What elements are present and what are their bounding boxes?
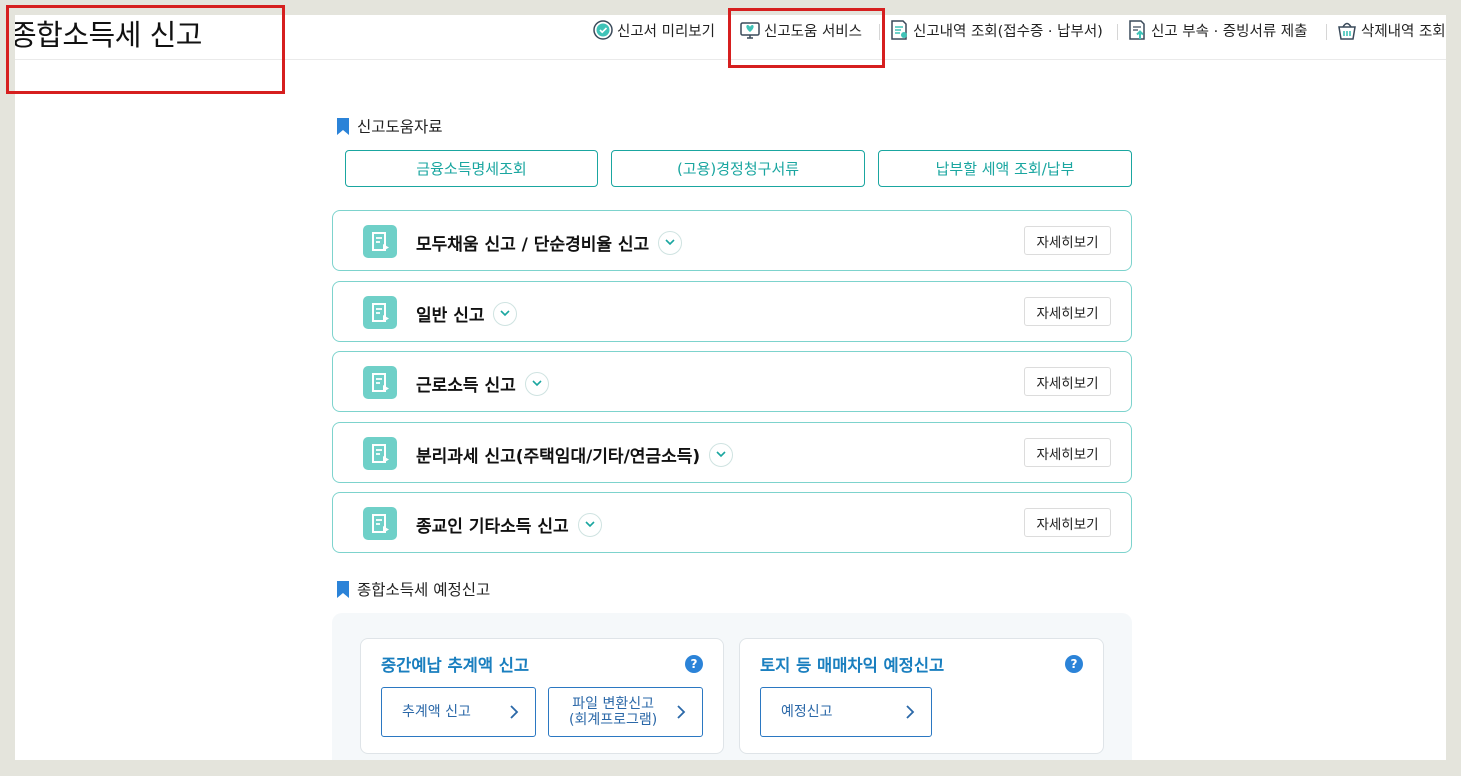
nav-submit-documents[interactable]: 신고 부속 · 증빙서류 제출 <box>1126 19 1307 41</box>
interim-prepayment-box: 중간예납 추계액 신고 ? 추계액 신고 파일 변환신고 (회계프로그램) <box>360 638 724 754</box>
financial-income-lookup-button[interactable]: 금융소득명세조회 <box>345 150 598 187</box>
tax-payment-lookup-button[interactable]: 납부할 세액 조회/납부 <box>878 150 1132 187</box>
filing-card-title: 일반 신고 <box>416 301 518 326</box>
filing-card[interactable]: 근로소득 신고 자세히보기 <box>332 351 1132 412</box>
chevron-down-icon[interactable] <box>524 371 549 396</box>
document-search-icon <box>891 20 907 40</box>
document-play-icon <box>363 437 397 470</box>
nav-divider <box>1117 24 1118 40</box>
preliminary-panel: 중간예납 추계액 신고 ? 추계액 신고 파일 변환신고 (회계프로그램) 토지… <box>332 613 1132 760</box>
check-badge-icon <box>593 20 613 40</box>
button-label: 파일 변환신고 (회계프로그램) <box>569 696 657 728</box>
correction-claim-documents-button[interactable]: (고용)경정청구서류 <box>611 150 865 187</box>
detail-button[interactable]: 자세히보기 <box>1024 438 1111 467</box>
chevron-down-icon[interactable] <box>658 230 683 255</box>
detail-button[interactable]: 자세히보기 <box>1024 297 1111 326</box>
help-question-icon[interactable]: ? <box>685 655 703 673</box>
help-question-icon[interactable]: ? <box>1065 655 1083 673</box>
document-play-icon <box>363 366 397 399</box>
section-heading-preliminary: 종합소득세 예정신고 <box>337 578 490 600</box>
section-heading-help: 신고도움자료 <box>337 115 443 137</box>
button-label: 추계액 신고 <box>402 704 471 720</box>
button-label-line2: (회계프로그램) <box>569 712 658 728</box>
file-conversion-filing-button[interactable]: 파일 변환신고 (회계프로그램) <box>548 687 703 737</box>
filing-card-label: 분리과세 신고(주택임대/기타/연금소득) <box>416 447 701 467</box>
document-upload-icon <box>1129 20 1145 40</box>
chevron-down-icon[interactable] <box>493 301 518 326</box>
filing-card[interactable]: 일반 신고 자세히보기 <box>332 281 1132 342</box>
filing-card[interactable]: 모두채움 신고 / 단순경비율 신고 자세히보기 <box>332 210 1132 271</box>
filing-card[interactable]: 분리과세 신고(주택임대/기타/연금소득) 자세히보기 <box>332 422 1132 483</box>
chevron-right-icon <box>906 705 915 719</box>
nav-filing-history[interactable]: 신고내역 조회(접수증 · 납부서) <box>888 19 1103 41</box>
trash-basket-icon <box>1338 22 1356 40</box>
nav-label: 삭제내역 조회 <box>1361 23 1446 40</box>
nav-deleted-history[interactable]: 삭제내역 조회 <box>1336 19 1446 41</box>
detail-button[interactable]: 자세히보기 <box>1024 508 1111 537</box>
land-trading-profit-box: 토지 등 매매차익 예정신고 ? 예정신고 <box>739 638 1104 754</box>
box-title: 중간예납 추계액 신고 <box>381 656 530 675</box>
chevron-down-icon[interactable] <box>709 442 734 467</box>
filing-card-title: 모두채움 신고 / 단순경비율 신고 <box>416 230 683 255</box>
chevron-down-icon[interactable] <box>577 512 602 537</box>
filing-card[interactable]: 종교인 기타소득 신고 자세히보기 <box>332 492 1132 553</box>
estimate-filing-button[interactable]: 추계액 신고 <box>381 687 536 737</box>
filing-card-title: 분리과세 신고(주택임대/기타/연금소득) <box>416 442 734 467</box>
filing-card-label: 모두채움 신고 / 단순경비율 신고 <box>416 235 650 255</box>
button-label: 예정신고 <box>781 704 833 720</box>
box-title: 토지 등 매매차익 예정신고 <box>760 656 945 675</box>
bookmark-icon <box>337 117 349 135</box>
nav-label: 신고 부속 · 증빙서류 제출 <box>1151 23 1308 40</box>
preliminary-filing-button[interactable]: 예정신고 <box>760 687 932 737</box>
nav-divider <box>1326 24 1327 40</box>
chevron-right-icon <box>510 705 519 719</box>
document-play-icon <box>363 225 397 258</box>
page-container: 종합소득세 신고 신고서 미리보기 신고도움 서비스 신고내역 조회(접수증 ·… <box>15 15 1446 760</box>
filing-card-title: 종교인 기타소득 신고 <box>416 512 602 537</box>
nav-label: 신고내역 조회(접수증 · 납부서) <box>913 23 1103 40</box>
filing-card-label: 종교인 기타소득 신고 <box>416 517 569 537</box>
highlight-box-title <box>6 5 285 94</box>
button-label-line1: 파일 변환신고 <box>572 696 654 712</box>
highlight-box-help-service <box>728 8 885 68</box>
document-play-icon <box>363 507 397 540</box>
document-play-icon <box>363 296 397 329</box>
nav-preview-form[interactable]: 신고서 미리보기 <box>592 19 715 41</box>
detail-button[interactable]: 자세히보기 <box>1024 226 1111 255</box>
bookmark-icon <box>337 580 349 598</box>
detail-button[interactable]: 자세히보기 <box>1024 367 1111 396</box>
chevron-right-icon <box>677 705 686 719</box>
filing-card-title: 근로소득 신고 <box>416 371 549 396</box>
section-heading-label: 종합소득세 예정신고 <box>357 581 491 599</box>
filing-card-label: 근로소득 신고 <box>416 376 516 396</box>
filing-card-label: 일반 신고 <box>416 306 485 326</box>
section-heading-label: 신고도움자료 <box>357 118 443 136</box>
nav-label: 신고서 미리보기 <box>617 23 715 40</box>
